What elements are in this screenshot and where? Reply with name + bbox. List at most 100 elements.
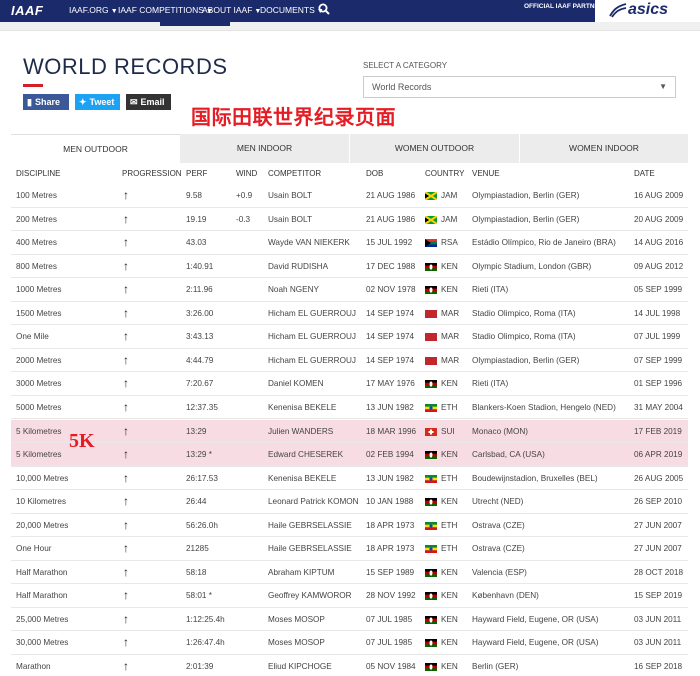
progression-arrow-icon[interactable]: ↑: [123, 188, 129, 202]
venue-cell: Valencia (ESP): [472, 567, 527, 577]
perf-cell: 12:37.35: [186, 402, 218, 412]
competitor-cell: David RUDISHA: [268, 261, 329, 271]
competitor-cell: Eliud KIPCHOGE: [268, 662, 332, 671]
progression-arrow-icon[interactable]: ↑: [123, 518, 129, 532]
venue-cell: Olympiastadion, Berlin (GER): [472, 191, 580, 200]
category-label: SELECT A CATEGORY: [363, 61, 448, 70]
column-header-venue: VENUE: [472, 169, 500, 178]
table-row[interactable]: Half Marathon ↑ 58:18 Abraham KIPTUM 15 SEP …: [11, 561, 688, 585]
search-icon[interactable]: [318, 3, 330, 15]
competitor-cell: Kenenisa BEKELE: [268, 473, 337, 483]
flag-eth-icon: [425, 545, 437, 554]
country-cell: KEN: [441, 261, 458, 271]
progression-arrow-icon[interactable]: ↑: [123, 588, 129, 602]
progression-arrow-icon[interactable]: ↑: [123, 494, 129, 508]
venue-cell: Utrecht (NED): [472, 497, 524, 507]
tweet-button[interactable]: ✦ Tweet: [75, 94, 120, 110]
progression-arrow-icon[interactable]: ↑: [123, 235, 129, 249]
table-row[interactable]: 400 Metres ↑ 43.03 Wayde VAN NIEKERK 15 JUL …: [11, 231, 688, 255]
date-cell: 14 AUG 2016: [634, 238, 684, 248]
table-row[interactable]: 800 Metres ↑ 1:40.91 David RUDISHA 17 DEC 19…: [11, 255, 688, 279]
perf-cell: 9.58: [186, 191, 202, 200]
table-row[interactable]: 5000 Metres ↑ 12:37.35 Kenenisa BEKELE 13 JU…: [11, 396, 688, 420]
table-row[interactable]: Half Marathon ↑ 58:01 * Geoffrey KAMWOROR 28…: [11, 584, 688, 608]
discipline-cell: 10,000 Metres: [16, 473, 69, 483]
table-row[interactable]: 5 Kilometres ↑ 13:29 * Edward CHESEREK 02 FE…: [11, 443, 688, 467]
nav-item-about[interactable]: ABOUT IAAF ▼: [202, 5, 261, 15]
nav-item-documents[interactable]: DOCUMENTS ▼: [260, 5, 324, 15]
progression-arrow-icon[interactable]: ↑: [123, 565, 129, 579]
tweet-label: Tweet: [89, 97, 115, 107]
email-button[interactable]: ✉ Email: [126, 94, 171, 110]
table-row[interactable]: One Hour ↑ 21285 Haile GEBRSELASSIE 18 APR 1…: [11, 537, 688, 561]
dob-cell: 15 SEP 1989: [366, 567, 415, 577]
table-row[interactable]: 1500 Metres ↑ 3:26.00 Hicham EL GUERROUJ 14 …: [11, 302, 688, 326]
table-row[interactable]: 3000 Metres ↑ 7:20.67 Daniel KOMEN 17 MAY 19…: [11, 372, 688, 396]
discipline-cell: 20,000 Metres: [16, 520, 69, 530]
table-row[interactable]: 10,000 Metres ↑ 26:17.53 Kenenisa BEKELE 13 …: [11, 467, 688, 491]
date-cell: 16 SEP 2018: [634, 662, 683, 671]
discipline-cell: 1500 Metres: [16, 308, 62, 318]
tab-men-indoor[interactable]: MEN INDOOR: [180, 134, 349, 163]
progression-arrow-icon[interactable]: ↑: [123, 659, 129, 673]
facebook-share-button[interactable]: ▮ Share: [23, 94, 69, 110]
flag-ken-icon: [425, 262, 437, 271]
venue-cell: Olympiastadion, Berlin (GER): [472, 355, 580, 365]
tab-women-indoor[interactable]: WOMEN INDOOR: [519, 134, 688, 163]
table-row[interactable]: 20,000 Metres ↑ 56:26.0h Haile GEBRSELASSIE…: [11, 514, 688, 538]
progression-arrow-icon[interactable]: ↑: [123, 635, 129, 649]
progression-arrow-icon[interactable]: ↑: [123, 212, 129, 226]
asics-logo[interactable]: asics: [595, 0, 700, 22]
table-row[interactable]: 200 Metres ↑ 19.19 -0.3 Usain BOLT 21 AUG 198…: [11, 208, 688, 232]
competitor-cell: Hicham EL GUERROUJ: [268, 308, 356, 318]
progression-arrow-icon[interactable]: ↑: [123, 306, 129, 320]
country-cell: KEN: [441, 591, 458, 601]
table-row[interactable]: 1000 Metres ↑ 2:11.96 Noah NGENY 02 NOV 1978…: [11, 278, 688, 302]
discipline-cell: 10 Kilometres: [16, 497, 67, 507]
perf-cell: 4:44.79: [186, 355, 214, 365]
5k-annotation: 5K: [69, 430, 95, 452]
table-row[interactable]: 2000 Metres ↑ 4:44.79 Hicham EL GUERROUJ 14 …: [11, 349, 688, 373]
tab-women-outdoor[interactable]: WOMEN OUTDOOR: [349, 134, 519, 163]
tab-men-outdoor[interactable]: MEN OUTDOOR: [11, 134, 180, 163]
perf-cell: 26:44: [186, 497, 207, 507]
nav-item-iaaf-org[interactable]: IAAF.ORG ▼: [69, 5, 118, 15]
iaaf-logo[interactable]: IAAF: [11, 3, 43, 18]
country-cell: KEN: [441, 450, 458, 460]
venue-cell: Monaco (MON): [472, 426, 528, 436]
country-cell: KEN: [441, 379, 458, 389]
discipline-cell: 400 Metres: [16, 238, 57, 248]
nav-item-competitions[interactable]: IAAF COMPETITIONS ▼: [118, 5, 213, 15]
table-row[interactable]: Marathon ↑ 2:01:39 Eliud KIPCHOGE 05 NOV 198…: [11, 655, 688, 676]
progression-arrow-icon[interactable]: ↑: [123, 541, 129, 555]
category-select[interactable]: World Records ▼: [363, 76, 676, 98]
table-row[interactable]: 25,000 Metres ↑ 1:12:25.4h Moses MOSOP 07 JU…: [11, 608, 688, 632]
perf-cell: 58:18: [186, 567, 207, 577]
progression-arrow-icon[interactable]: ↑: [123, 612, 129, 626]
progression-arrow-icon[interactable]: ↑: [123, 376, 129, 390]
progression-arrow-icon[interactable]: ↑: [123, 282, 129, 296]
table-row[interactable]: 100 Metres ↑ 9.58 +0.9 Usain BOLT 21 AUG 1986…: [11, 184, 688, 208]
nav-accent: [160, 22, 230, 26]
progression-arrow-icon[interactable]: ↑: [123, 424, 129, 438]
flag-ken-icon: [425, 663, 437, 671]
table-row[interactable]: 5 Kilometres ↑ 13:29 Julien WANDERS 18 MAR 1…: [11, 419, 688, 443]
table-row[interactable]: 10 Kilometres ↑ 26:44 Leonard Patrick KOMON…: [11, 490, 688, 514]
chevron-down-icon: ▼: [110, 8, 118, 15]
chinese-annotation: 国际田联世界纪录页面: [191, 107, 396, 129]
discipline-cell: Half Marathon: [16, 591, 68, 601]
progression-arrow-icon[interactable]: ↑: [123, 471, 129, 485]
progression-arrow-icon[interactable]: ↑: [123, 353, 129, 367]
table-row[interactable]: One Mile ↑ 3:43.13 Hicham EL GUERROUJ 14 SEP…: [11, 325, 688, 349]
progression-arrow-icon[interactable]: ↑: [123, 400, 129, 414]
table-row[interactable]: 30,000 Metres ↑ 1:26:47.4h Moses MOSOP 07 JU…: [11, 631, 688, 655]
top-navigation: IAAF IAAF.ORG ▼ IAAF COMPETITIONS ▼ ABOUT …: [0, 0, 700, 22]
date-cell: 27 JUN 2007: [634, 520, 682, 530]
progression-arrow-icon[interactable]: ↑: [123, 447, 129, 461]
venue-cell: København (DEN): [472, 591, 539, 601]
perf-cell: 43.03: [186, 238, 207, 248]
progression-arrow-icon[interactable]: ↑: [123, 329, 129, 343]
column-header-competitor: COMPETITOR: [268, 169, 322, 178]
progression-arrow-icon[interactable]: ↑: [123, 259, 129, 273]
dob-cell: 18 APR 1973: [366, 544, 415, 554]
